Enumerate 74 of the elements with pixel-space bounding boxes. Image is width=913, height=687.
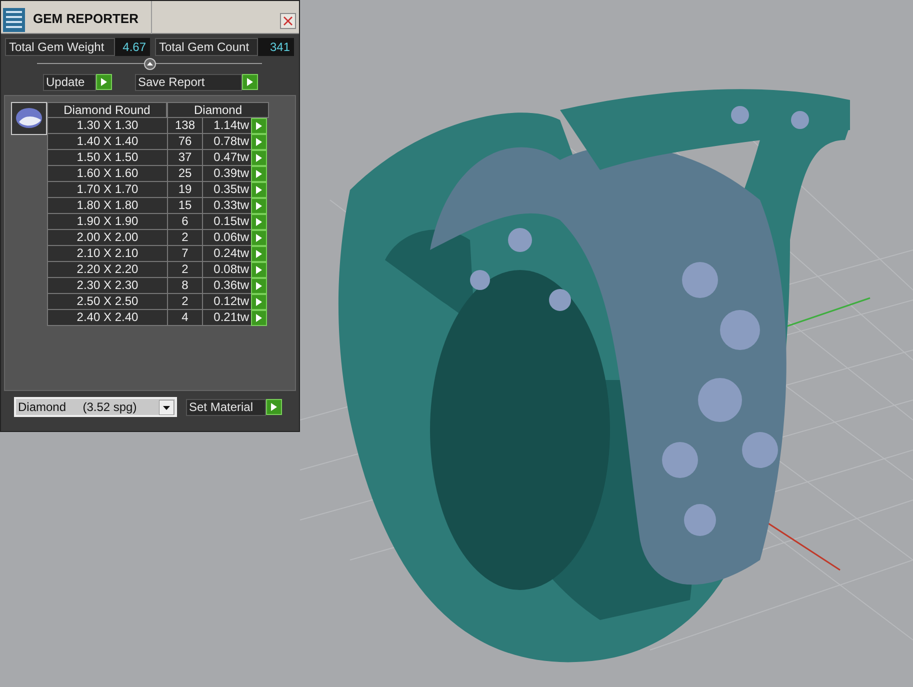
dropdown-value: Diamond (3.52 spg) (17, 399, 138, 416)
table-cell: 0.21tw (202, 310, 251, 326)
table-cell: 0.33tw (202, 198, 251, 214)
run-button[interactable] (266, 398, 282, 414)
table-cell: 19 (167, 182, 202, 198)
play-icon (247, 78, 253, 86)
total-label: Total Gem Weight (5, 38, 115, 56)
table-cell: 4 (167, 310, 202, 326)
table-cell: 2.50 X 2.50 (47, 294, 167, 310)
table-cell: 37 (167, 150, 202, 166)
table-cell: 2.10 X 2.10 (47, 246, 167, 262)
table-cell: 1.80 X 1.80 (47, 198, 167, 214)
table-cell: 0.08tw (202, 262, 251, 278)
table-cell: 1.70 X 1.70 (47, 182, 167, 198)
set-material-button[interactable]: Set Material (186, 398, 266, 416)
total-value: 341 (258, 38, 294, 56)
table-cell: 0.78tw (202, 134, 251, 150)
row-select-button[interactable] (251, 150, 267, 166)
gem-icon (11, 102, 47, 135)
action-button[interactable]: Save Report (135, 74, 242, 91)
table-cell: 8 (167, 278, 202, 294)
table-cell: 0.15tw (202, 214, 251, 230)
table-cell: 1.30 X 1.30 (47, 118, 167, 134)
table-cell: 1.40 X 1.40 (47, 134, 167, 150)
table-cell: 1.90 X 1.90 (47, 214, 167, 230)
total-value: 4.67 (115, 38, 150, 56)
row-select-button[interactable] (251, 278, 267, 294)
row-select-button[interactable] (251, 294, 267, 310)
row-select-button[interactable] (251, 230, 267, 246)
row-select-button[interactable] (251, 246, 267, 262)
table-cell: 0.35tw (202, 182, 251, 198)
table-cell: 2.00 X 2.00 (47, 230, 167, 246)
table-cell: 2 (167, 262, 202, 278)
table-cell: 0.36tw (202, 278, 251, 294)
table-cell: 15 (167, 198, 202, 214)
table-cell: 2.40 X 2.40 (47, 310, 167, 326)
row-select-button[interactable] (251, 214, 267, 230)
table-cell: 7 (167, 246, 202, 262)
close-icon (283, 16, 293, 26)
grid-icon (3, 8, 25, 32)
play-icon (271, 402, 277, 410)
table-cell: 2 (167, 230, 202, 246)
table-cell: 0.47tw (202, 150, 251, 166)
table-cell: 1.14tw (202, 118, 251, 134)
row-select-button[interactable] (251, 118, 267, 134)
total-label: Total Gem Count (155, 38, 258, 56)
table-cell: 6 (167, 214, 202, 230)
window-title: GEM REPORTER (33, 10, 140, 28)
table-cell: 2 (167, 294, 202, 310)
action-button[interactable]: Update (43, 74, 96, 91)
table-cell: 0.24tw (202, 246, 251, 262)
table-cell: 0.06tw (202, 230, 251, 246)
row-select-button[interactable] (251, 166, 267, 182)
table-cell: 0.39tw (202, 166, 251, 182)
close-button[interactable] (280, 13, 296, 29)
row-select-button[interactable] (251, 310, 267, 326)
play-icon (101, 78, 107, 86)
table-cell: 2.20 X 2.20 (47, 262, 167, 278)
row-select-button[interactable] (251, 182, 267, 198)
row-select-button[interactable] (251, 262, 267, 278)
column-header: Diamond (167, 102, 269, 118)
table-cell: 0.12tw (202, 294, 251, 310)
material-dropdown[interactable]: Diamond (3.52 spg) (14, 397, 177, 417)
table-cell: 1.60 X 1.60 (47, 166, 167, 182)
row-select-button[interactable] (251, 198, 267, 214)
collapse-handle-icon[interactable] (144, 58, 156, 70)
table-cell: 138 (167, 118, 202, 134)
column-header: Diamond Round (47, 102, 167, 118)
table-cell: 76 (167, 134, 202, 150)
table-cell: 2.30 X 2.30 (47, 278, 167, 294)
caret-icon (159, 400, 174, 414)
row-select-button[interactable] (251, 134, 267, 150)
table-cell: 1.50 X 1.50 (47, 150, 167, 166)
table-cell: 25 (167, 166, 202, 182)
